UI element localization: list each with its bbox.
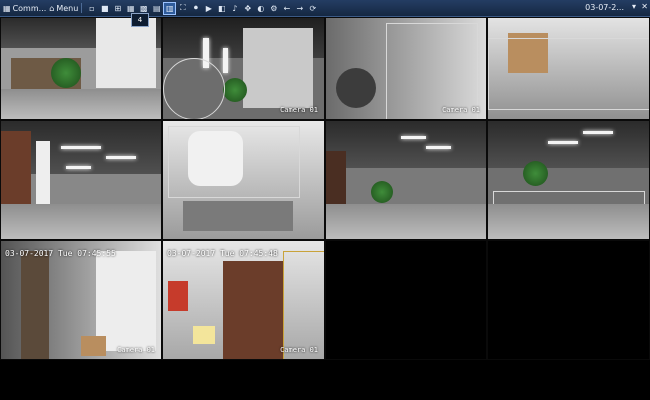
playback-icon[interactable]: ▶ [203,3,214,14]
menu-button[interactable]: ⌂ Menu [49,4,78,13]
camera-tile-7[interactable] [325,120,487,240]
empty-tile-11[interactable] [325,240,487,360]
camera-tile-5[interactable] [0,120,162,240]
camera-tile-8[interactable] [487,120,650,240]
color-icon[interactable]: ◐ [255,3,266,14]
camera-tile-1[interactable] [0,17,162,120]
split-25-icon[interactable]: ▤ [151,3,162,14]
window-icon[interactable]: ▫ [86,3,97,14]
split-16-icon[interactable]: ▩ [138,3,149,14]
osd-timestamp: 03-07-2017 Tue 07:45:48 [167,249,278,258]
camera-label: Camera 01 [117,346,155,354]
next-icon[interactable]: → [294,3,305,14]
comm-button[interactable]: ▦ Comm... [3,4,46,13]
top-toolbar: ▦ Comm... ⌂ Menu ▫ ■ ⊞ ▦ ▩ ▤ ▥ ⛶ ⏺ ▶ ◧ ♪… [0,0,650,17]
snapshot-icon[interactable]: ◧ [216,3,227,14]
split-1-icon[interactable]: ■ [99,3,110,14]
ptz-icon[interactable]: ✥ [242,3,253,14]
camera-tile-3[interactable]: Camera 01 [325,17,487,120]
settings-icon[interactable]: ⚙ [268,3,279,14]
camera-grid: Camera 01 Camera 01 03-07-2017 Tue 07:45… [0,17,650,360]
refresh-icon[interactable]: ⟳ [307,3,318,14]
camera-tile-4[interactable] [487,17,650,120]
empty-tile-12[interactable] [487,240,650,360]
camera-label: Camera 01 [442,106,480,114]
close-icon[interactable]: ✕ [641,2,648,11]
camera-label: Camera 01 [280,346,318,354]
camera-label: Camera 01 [280,106,318,114]
tooltip: 4 [131,13,149,27]
chevron-down-icon[interactable]: ▾ [632,2,636,11]
camera-tile-2[interactable]: Camera 01 [162,17,325,120]
fullscreen-icon[interactable]: ⛶ [177,3,188,14]
grid-icon: ▦ [3,3,11,13]
camera-tile-6[interactable] [162,120,325,240]
home-icon: ⌂ [49,3,55,13]
camera-tile-9[interactable]: 03-07-2017 Tue 07:45:55 Camera 01 [0,240,162,360]
split-9-icon[interactable]: ▦ [125,3,136,14]
split-custom-icon[interactable]: ▥ [163,1,177,15]
record-icon[interactable]: ⏺ [190,3,201,14]
prev-icon[interactable]: ← [281,3,292,14]
split-4-icon[interactable]: ⊞ [112,3,123,14]
osd-timestamp: 03-07-2017 Tue 07:45:55 [5,249,116,258]
clock: 03-07-2... [585,3,624,12]
camera-tile-10[interactable]: 03-07-2017 Tue 07:45:48 Camera 01 [162,240,325,360]
audio-icon[interactable]: ♪ [229,3,240,14]
bottom-area [0,360,650,400]
divider [81,3,83,13]
